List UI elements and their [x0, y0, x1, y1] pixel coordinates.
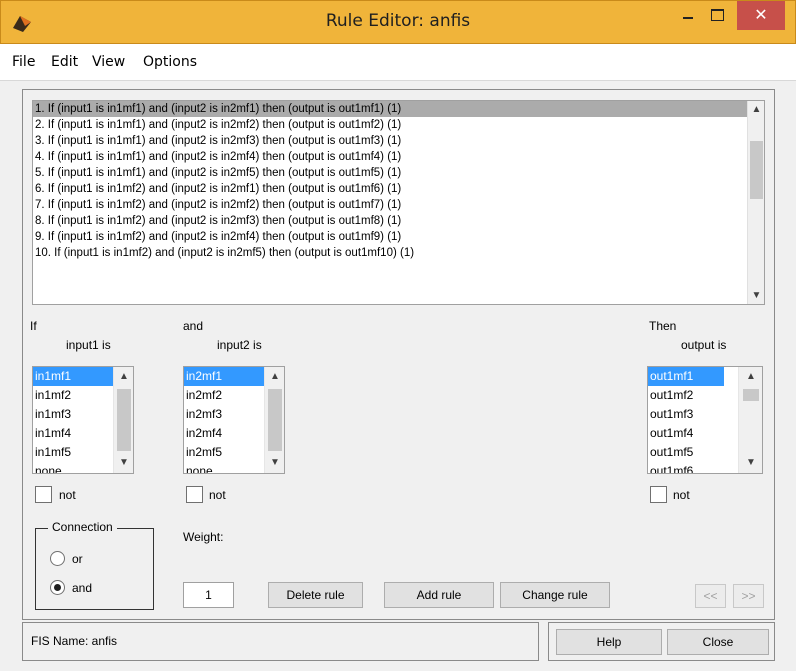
menu-edit[interactable]: Edit: [51, 54, 78, 70]
input2-label: input2 is: [217, 338, 262, 352]
input2-not-label: not: [209, 488, 226, 502]
minimize-button[interactable]: [676, 1, 702, 32]
input1-mf-list[interactable]: in1mf1 in1mf2 in1mf3 in1mf4 in1mf5 none …: [32, 366, 134, 474]
scrollbar-thumb[interactable]: [750, 141, 763, 199]
rule-row[interactable]: 10. If (input1 is in1mf2) and (input2 is…: [33, 245, 764, 261]
change-rule-button[interactable]: Change rule: [500, 582, 610, 608]
rule-row[interactable]: 3. If (input1 is in1mf1) and (input2 is …: [33, 133, 764, 149]
add-rule-button[interactable]: Add rule: [384, 582, 494, 608]
prev-rule-button[interactable]: <<: [695, 584, 726, 608]
maximize-button[interactable]: [703, 1, 731, 32]
menu-bar: File Edit View Options: [0, 44, 796, 81]
rule-list-scrollbar[interactable]: ▲ ▼: [747, 101, 764, 304]
rule-row[interactable]: 6. If (input1 is in1mf2) and (input2 is …: [33, 181, 764, 197]
list-item[interactable]: out1mf1: [648, 367, 724, 386]
rule-row[interactable]: 5. If (input1 is in1mf1) and (input2 is …: [33, 165, 764, 181]
scroll-up-icon[interactable]: ▲: [739, 367, 762, 387]
output-not-checkbox[interactable]: [650, 486, 667, 503]
input1-not-checkbox[interactable]: [35, 486, 52, 503]
title-bar: Rule Editor: anfis ✕: [0, 0, 796, 44]
and-label: and: [183, 319, 204, 333]
connection-group: Connection or and: [35, 520, 154, 610]
rule-row[interactable]: 2. If (input1 is in1mf1) and (input2 is …: [33, 117, 764, 133]
close-button[interactable]: Close: [667, 629, 769, 655]
weight-label: Weight:: [183, 530, 224, 544]
input1-scrollbar[interactable]: ▲ ▼: [113, 367, 133, 473]
if-label: If: [30, 319, 37, 333]
connection-and-label: and: [72, 581, 93, 595]
scrollbar-thumb[interactable]: [743, 389, 759, 401]
rule-row[interactable]: 4. If (input1 is in1mf1) and (input2 is …: [33, 149, 764, 165]
rule-row[interactable]: 1. If (input1 is in1mf1) and (input2 is …: [33, 101, 764, 117]
weight-input[interactable]: 1: [183, 582, 234, 608]
output-scrollbar[interactable]: ▲ ▼: [738, 367, 762, 473]
output-mf-list[interactable]: out1mf1 out1mf2 out1mf3 out1mf4 out1mf5 …: [647, 366, 763, 474]
connection-or-label: or: [72, 552, 83, 566]
help-close-group: Help Close: [548, 622, 775, 661]
scroll-up-icon[interactable]: ▲: [265, 367, 284, 387]
input1-label: input1 is: [66, 338, 111, 352]
fis-name-text: FIS Name: anfis: [31, 634, 118, 648]
rule-row[interactable]: 7. If (input1 is in1mf2) and (input2 is …: [33, 197, 764, 213]
menu-view[interactable]: View: [92, 54, 125, 70]
menu-file[interactable]: File: [12, 54, 35, 70]
scroll-up-icon[interactable]: ▲: [748, 101, 764, 118]
input2-scrollbar[interactable]: ▲ ▼: [264, 367, 284, 473]
output-label: output is: [681, 338, 727, 352]
close-window-button[interactable]: ✕: [737, 1, 785, 30]
scrollbar-thumb[interactable]: [117, 389, 131, 451]
next-rule-button[interactable]: >>: [733, 584, 764, 608]
rule-row[interactable]: 9. If (input1 is in1mf2) and (input2 is …: [33, 229, 764, 245]
menu-options[interactable]: Options: [143, 54, 197, 70]
scrollbar-thumb[interactable]: [268, 389, 282, 451]
output-not-label: not: [673, 488, 690, 502]
input2-not-checkbox[interactable]: [186, 486, 203, 503]
scroll-down-icon[interactable]: ▼: [748, 287, 764, 304]
status-bar: FIS Name: anfis: [22, 622, 539, 661]
scroll-down-icon[interactable]: ▼: [265, 453, 284, 473]
connection-title: Connection: [48, 520, 117, 534]
help-button[interactable]: Help: [556, 629, 662, 655]
input1-not-label: not: [59, 488, 76, 502]
then-label: Then: [649, 319, 677, 333]
scroll-up-icon[interactable]: ▲: [114, 367, 133, 387]
connection-or-radio[interactable]: [50, 551, 65, 566]
scroll-down-icon[interactable]: ▼: [114, 453, 133, 473]
rule-list[interactable]: 1. If (input1 is in1mf1) and (input2 is …: [32, 100, 765, 305]
scroll-down-icon[interactable]: ▼: [739, 453, 762, 473]
radio-selected-icon: [54, 584, 61, 591]
connection-and-radio[interactable]: [50, 580, 65, 595]
rule-row[interactable]: 8. If (input1 is in1mf2) and (input2 is …: [33, 213, 764, 229]
rule-panel: 1. If (input1 is in1mf1) and (input2 is …: [22, 89, 775, 620]
delete-rule-button[interactable]: Delete rule: [268, 582, 363, 608]
input2-mf-list[interactable]: in2mf1 in2mf2 in2mf3 in2mf4 in2mf5 none …: [183, 366, 285, 474]
